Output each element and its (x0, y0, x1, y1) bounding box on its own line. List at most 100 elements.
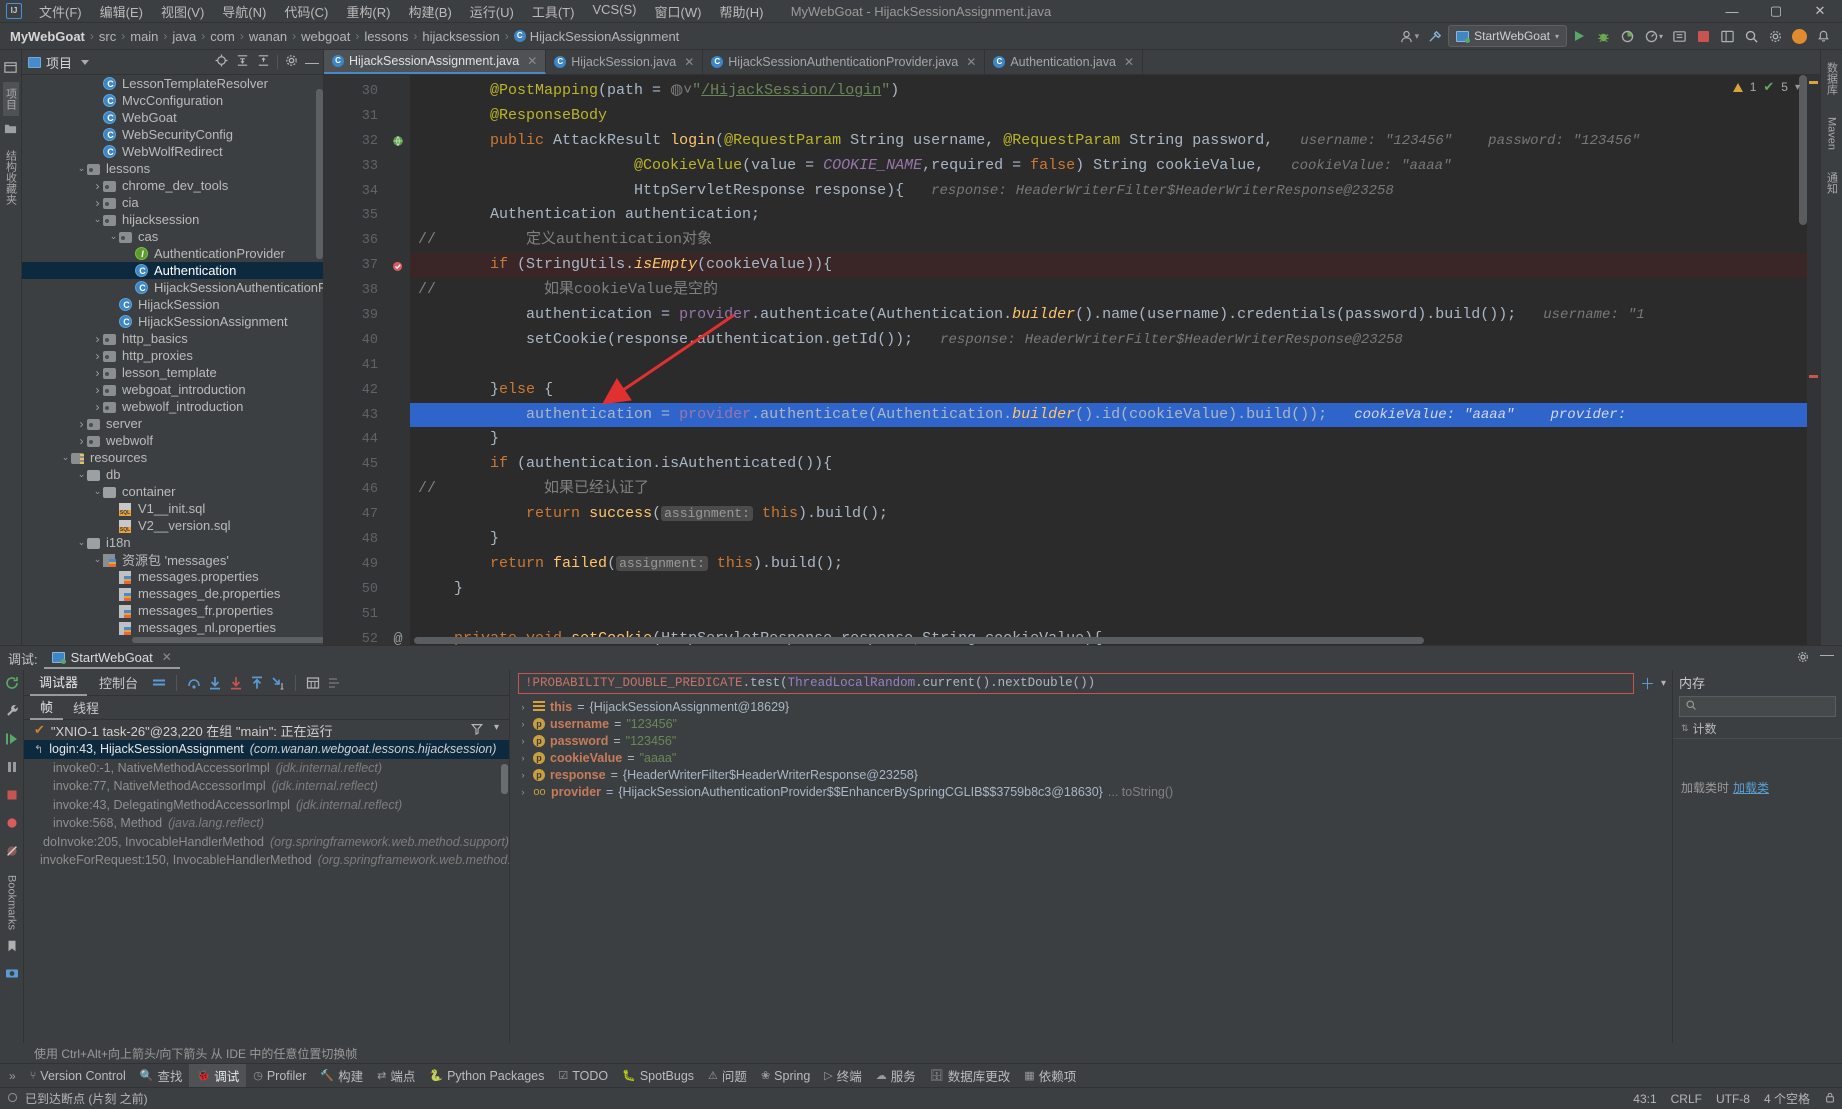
camera-icon[interactable] (4, 965, 20, 984)
bottom-tab-0[interactable]: ⑂ Version Control (23, 1067, 133, 1085)
scrollbar-thumb[interactable] (316, 89, 323, 259)
error-stripe[interactable] (1807, 75, 1820, 645)
run-configuration-selector[interactable]: StartWebGoat ▾ (1448, 25, 1567, 47)
update-app-icon[interactable] (1668, 25, 1690, 47)
bottom-tab-10[interactable]: ❀ Spring (754, 1067, 817, 1085)
code-line[interactable]: authentication = provider.authenticate(A… (410, 303, 1820, 328)
sidebar-item-notifications[interactable]: 通知 (1824, 166, 1840, 200)
breadcrumb-item-3[interactable]: java (170, 29, 198, 44)
breadcrumb-item-2[interactable]: main (128, 29, 160, 44)
tree-node[interactable]: LessonTemplateResolver (22, 75, 323, 92)
tree-node[interactable]: › http_proxies (22, 347, 323, 364)
code-line[interactable]: authentication = provider.authenticate(A… (410, 402, 1820, 428)
code-line[interactable]: Authentication authentication; (410, 203, 1820, 228)
debug-button[interactable] (1593, 25, 1615, 47)
expand-all-icon[interactable] (235, 53, 250, 71)
tree-node[interactable]: messages_nl.properties (22, 619, 323, 636)
editor-hscrollbar[interactable] (414, 637, 1424, 644)
pause-icon[interactable] (4, 759, 20, 778)
breadcrumb-item-6[interactable]: webgoat (299, 29, 352, 44)
tree-node[interactable]: › chrome_dev_tools (22, 177, 323, 194)
scrollbar-thumb[interactable] (1799, 75, 1807, 225)
main-toolbar[interactable]: ▾ StartWebGoat ▾ ▾ (1396, 25, 1838, 47)
line-separator[interactable]: CRLF (1671, 1092, 1702, 1106)
breadcrumb-item-0[interactable]: MyWebGoat (4, 29, 87, 44)
bottom-tab-11[interactable]: ▷ 终端 (817, 1064, 868, 1087)
tree-node[interactable]: V1__init.sql (22, 500, 323, 517)
menu-item-3[interactable]: 导航(N) (213, 0, 275, 23)
tree-node[interactable]: V2__version.sql (22, 517, 323, 534)
evaluate-expression-icon[interactable] (304, 674, 322, 692)
bottom-tab-4[interactable]: 🔨 构建 (313, 1064, 370, 1087)
step-into-icon[interactable] (206, 674, 224, 692)
code-line[interactable]: @ResponseBody (410, 104, 1820, 129)
menu-item-7[interactable]: 运行(U) (461, 0, 523, 23)
menu-item-1[interactable]: 编辑(E) (91, 0, 152, 23)
tree-node[interactable]: WebSecurityConfig (22, 126, 323, 143)
chevron-right-icon[interactable]: › (518, 770, 528, 780)
debug-session-tab[interactable]: StartWebGoat ✕ (43, 648, 180, 669)
tree-node[interactable]: messages.properties (22, 568, 323, 585)
stack-frame-row[interactable]: invokeForRequest:150, InvocableHandlerMe… (24, 851, 509, 870)
frames-tab-bar[interactable]: 帧 线程 (24, 696, 509, 720)
code-line[interactable] (410, 602, 1820, 627)
right-tool-strip[interactable]: 数据库 Maven 通知 (1820, 50, 1842, 645)
frames-chevron-icon[interactable]: ▾ (494, 722, 499, 739)
close-icon[interactable]: ✕ (684, 55, 694, 69)
memory-search-input[interactable] (1679, 696, 1842, 717)
rerun-icon[interactable] (4, 675, 20, 694)
tab-debugger[interactable]: 调试器 (30, 669, 88, 696)
variables-list[interactable]: › this = {HijackSessionAssignment@18629} › us… (510, 696, 1672, 1043)
bottom-tab-3[interactable]: ◷ Profiler (246, 1067, 313, 1085)
sidebar-item-database[interactable]: 数据库 (1824, 56, 1840, 101)
code-line[interactable]: } (410, 577, 1820, 602)
breadcrumb[interactable]: MyWebGoat › src › main › java › com › wanan › webgoa… (4, 29, 681, 44)
chevron-down-icon[interactable]: ⌄ (76, 469, 87, 480)
code-line[interactable] (410, 353, 1820, 378)
tab-threads[interactable]: 线程 (63, 696, 109, 719)
breakpoint-icon[interactable] (386, 253, 410, 278)
tree-node[interactable]: ⌄ lessons (22, 160, 323, 177)
stripe-error-mark[interactable] (1809, 375, 1818, 378)
search-icon[interactable] (1740, 25, 1762, 47)
chevron-right-icon[interactable]: › (92, 400, 103, 414)
tree-node[interactable]: ⌄ cas (22, 228, 323, 245)
bottom-tab-13[interactable]: 🗄 数据库更改 (923, 1064, 1017, 1087)
chevron-right-icon[interactable]: › (92, 179, 103, 193)
call-stack-list[interactable]: ↰ login:43, HijackSessionAssignment (com.… (24, 740, 509, 1043)
variable-row[interactable]: › oo provider = {HijackSessionAuthentication… (510, 783, 1672, 800)
chevron-right-icon[interactable]: › (518, 787, 528, 797)
tree-node[interactable]: ⌄ 资源包 'messages' (22, 551, 323, 568)
code-line[interactable]: @CookieValue(value = COOKIE_NAME,require… (410, 154, 1820, 179)
menu-item-8[interactable]: 工具(T) (523, 0, 584, 23)
bottom-tab-2[interactable]: 🐞 调试 (189, 1064, 247, 1087)
breadcrumb-item-8[interactable]: hijacksession (420, 29, 501, 44)
close-icon[interactable]: ✕ (1124, 55, 1134, 69)
bottom-tool-bar[interactable]: » ⑂ Version Control 🔍 查找 🐞 调试 ◷ Profiler 🔨 构建 ⇄ 端点 🐍… (0, 1063, 1842, 1087)
project-tree-scrollbar[interactable] (316, 75, 323, 645)
breadcrumb-item-5[interactable]: wanan (247, 29, 289, 44)
step-out-icon[interactable] (248, 674, 266, 692)
stack-frame-row[interactable]: invoke:568, Method (java.lang.reflect) (24, 814, 509, 833)
debugger-toolbar[interactable]: 调试器 控制台 (24, 670, 509, 696)
watch-expression-input[interactable]: ! PROBABILITY_DOUBLE_PREDICATE .test(Threa… (518, 672, 1634, 694)
tree-node[interactable]: HijackSessionAuthenticationProvider (22, 279, 323, 296)
code-content[interactable]: @PostMapping(path = ◍˅"/HijackSession/lo… (410, 75, 1820, 645)
close-icon[interactable]: ✕ (527, 54, 537, 68)
inspection-widget[interactable]: 1 ✔ 5 ▾ (1732, 79, 1800, 95)
code-line[interactable]: if (authentication.isAuthenticated()){ (410, 452, 1820, 477)
bottom-bar-overflow-chevron[interactable]: » (4, 1069, 21, 1083)
editor-tab-1[interactable]: HijackSession.java ✕ (546, 50, 704, 74)
project-settings-gear-icon[interactable] (284, 53, 299, 71)
notification-bell-icon[interactable] (1812, 25, 1834, 47)
chevron-down-icon[interactable]: ⌄ (76, 537, 87, 548)
code-line[interactable]: setCookie(response,authentication.getId(… (410, 328, 1820, 353)
bottom-tab-1[interactable]: 🔍 查找 (133, 1064, 190, 1087)
web-mapping-gutter-icon[interactable] (386, 129, 410, 154)
user-icon[interactable]: ▾ (1396, 25, 1423, 47)
menu-item-10[interactable]: 窗口(W) (646, 0, 711, 23)
stack-frame-row[interactable]: invoke:43, DelegatingMethodAccessorImpl … (24, 796, 509, 815)
editor-tab-0[interactable]: HijackSessionAssignment.java ✕ (324, 50, 547, 74)
chevron-down-icon[interactable]: ⌄ (92, 486, 103, 497)
lock-icon[interactable] (1824, 1091, 1836, 1107)
